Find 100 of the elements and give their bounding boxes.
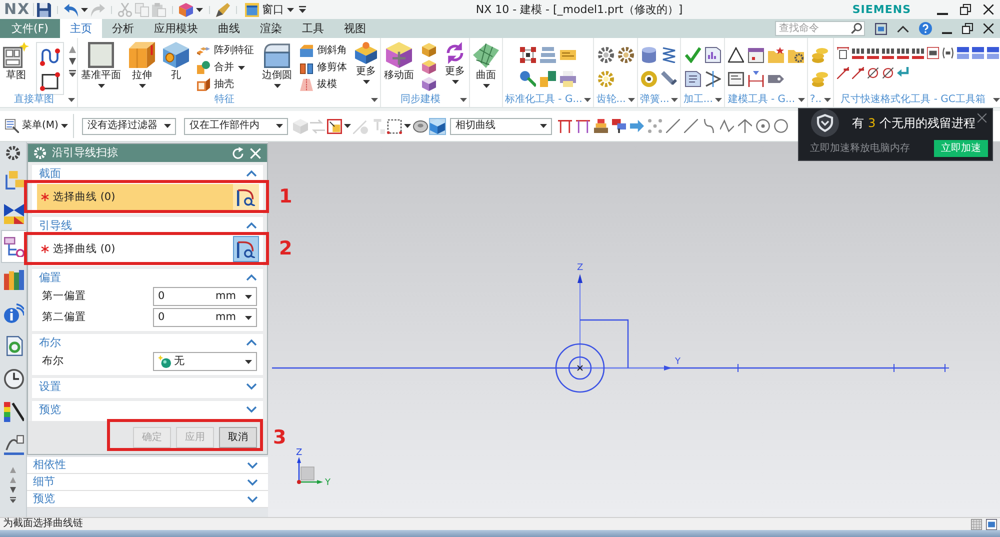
dimension-value-icon[interactable]: [866, 47, 879, 59]
stacked-bars-icon[interactable]: [956, 47, 969, 59]
ribbon-small-button[interactable]: 阵列特征: [194, 43, 257, 58]
calendar-icon[interactable]: [748, 47, 764, 63]
parallel-lines-icon[interactable]: [558, 119, 572, 133]
ribbon-button[interactable]: 孔: [160, 42, 192, 82]
scroll-down-icon[interactable]: [10, 487, 16, 493]
polyline-icon[interactable]: [720, 119, 734, 133]
caret-icon[interactable]: [68, 98, 75, 102]
section-header[interactable]: 布尔: [32, 334, 263, 351]
section-header[interactable]: 相依性: [27, 457, 268, 474]
ribbon-small-button[interactable]: 拔模: [297, 77, 350, 92]
triangle-icon[interactable]: [728, 47, 744, 63]
selection-filter-dropdown[interactable]: 没有选择过滤器: [82, 118, 176, 134]
selection-frame-icon[interactable]: [327, 118, 342, 134]
fit-window-icon[interactable]: [875, 22, 887, 34]
ribbon-small-button[interactable]: 抽壳: [194, 77, 257, 92]
panel-icon[interactable]: [728, 71, 744, 87]
settings-icon[interactable]: [6, 146, 20, 160]
selection-grid-icon[interactable]: [971, 518, 982, 530]
caret-icon[interactable]: [671, 98, 678, 102]
selection-scope-dropdown[interactable]: 仅在工作部件内: [184, 118, 288, 134]
cube-icon[interactable]: [422, 77, 436, 91]
window-frame-icon[interactable]: [986, 518, 997, 530]
node-grid-icon[interactable]: [520, 47, 536, 63]
unit-dropdown[interactable]: mm: [216, 290, 252, 303]
checkmark-icon[interactable]: [684, 47, 701, 63]
disc-icon[interactable]: [413, 118, 428, 134]
section-header[interactable]: 引导线: [32, 217, 263, 234]
leader-line-icon[interactable]: [852, 67, 864, 79]
scroll-up-icon[interactable]: [69, 46, 76, 53]
caret-icon[interactable]: [584, 98, 592, 102]
dashed-rectangle-icon[interactable]: [387, 118, 402, 134]
ribbon-button[interactable]: 草图: [0, 42, 32, 82]
caret-icon[interactable]: [404, 124, 412, 128]
dimension-arrows-icon[interactable]: [748, 71, 764, 87]
card-icon[interactable]: [560, 47, 576, 63]
restore-icon[interactable]: [962, 23, 973, 34]
curve-icon[interactable]: [702, 119, 716, 133]
cube-icon[interactable]: [422, 43, 436, 57]
section-header[interactable]: 截面: [32, 165, 263, 182]
caret-icon[interactable]: [992, 98, 1000, 102]
caret-icon[interactable]: [798, 98, 805, 102]
section-header[interactable]: 细节: [27, 474, 268, 491]
ring-icon[interactable]: [641, 71, 658, 87]
dimension-value-icon[interactable]: [896, 47, 909, 59]
circle-icon[interactable]: [774, 119, 788, 133]
diameter-icon[interactable]: [866, 67, 879, 79]
caret-icon[interactable]: [460, 98, 467, 102]
caret-icon[interactable]: [714, 98, 722, 102]
parallel-lines-icon[interactable]: [576, 119, 590, 133]
gallery-expand-icon[interactable]: [10, 497, 16, 503]
ribbon-tab[interactable]: 视图: [334, 19, 376, 38]
dimension-value-icon[interactable]: [942, 47, 954, 59]
line-icon[interactable]: [684, 119, 698, 133]
cancel-button[interactable]: 取消: [219, 427, 257, 448]
caret-icon[interactable]: [344, 124, 352, 128]
line-icon[interactable]: [666, 119, 680, 133]
ribbon-small-button[interactable]: 合并: [194, 60, 257, 75]
document-icon[interactable]: [684, 71, 701, 87]
curve-rule-dropdown[interactable]: 相切曲线: [450, 118, 552, 134]
dimension-value-icon[interactable]: [926, 47, 939, 59]
ribbon-button[interactable]: 移动面: [381, 42, 417, 82]
leader-line-icon[interactable]: [836, 67, 849, 79]
shaded-cube-icon[interactable]: [430, 118, 446, 134]
ribbon-small-button[interactable]: 修剪体: [297, 60, 350, 75]
window-menu-button[interactable]: 窗口: [243, 2, 296, 16]
selection-row[interactable]: 选择曲线 (0): [37, 236, 259, 262]
dimension-value-icon[interactable]: [852, 47, 864, 59]
reset-icon[interactable]: [232, 147, 244, 159]
caret-icon[interactable]: [81, 8, 88, 12]
ribbon-tab[interactable]: 曲线: [208, 19, 250, 38]
file-menu-tab[interactable]: 文件(F): [0, 19, 60, 38]
blocks-icon[interactable]: [540, 71, 556, 87]
angle-bracket-icon[interactable]: [704, 71, 721, 87]
rectangle-icon[interactable]: [40, 71, 60, 91]
stacked-blocks-icon[interactable]: [594, 119, 608, 133]
folder-icon[interactable]: [768, 47, 784, 63]
command-search-field[interactable]: 查找命令: [775, 21, 865, 36]
chart-document-icon[interactable]: [704, 47, 721, 63]
offset-field[interactable]: 0 mm: [153, 287, 257, 306]
unit-dropdown[interactable]: mm: [216, 311, 252, 324]
ribbon-small-button[interactable]: 倒斜角: [297, 43, 350, 58]
caret-icon[interactable]: [196, 8, 204, 12]
ribbon-tab[interactable]: 工具: [292, 19, 334, 38]
ribbon-tab[interactable]: 应用模块: [144, 19, 208, 38]
ribbon-tab[interactable]: 分析: [102, 19, 144, 38]
close-icon[interactable]: [983, 4, 994, 15]
selection-row[interactable]: 选择曲线 (0): [37, 184, 259, 210]
bar-icon[interactable]: [661, 71, 678, 87]
caret-icon[interactable]: [824, 98, 831, 102]
dimension-box-icon[interactable]: [836, 47, 849, 59]
cube-icon[interactable]: [422, 60, 436, 74]
caret-icon[interactable]: [371, 98, 378, 102]
return-arrow-icon[interactable]: [896, 67, 909, 79]
section-header[interactable]: 偏置: [32, 269, 263, 286]
menu-button[interactable]: 菜单(M): [5, 119, 68, 133]
pen-icon[interactable]: [216, 2, 230, 16]
ribbon-button[interactable]: 曲面: [470, 42, 502, 88]
ribbon-button[interactable]: 拉伸: [126, 42, 158, 88]
